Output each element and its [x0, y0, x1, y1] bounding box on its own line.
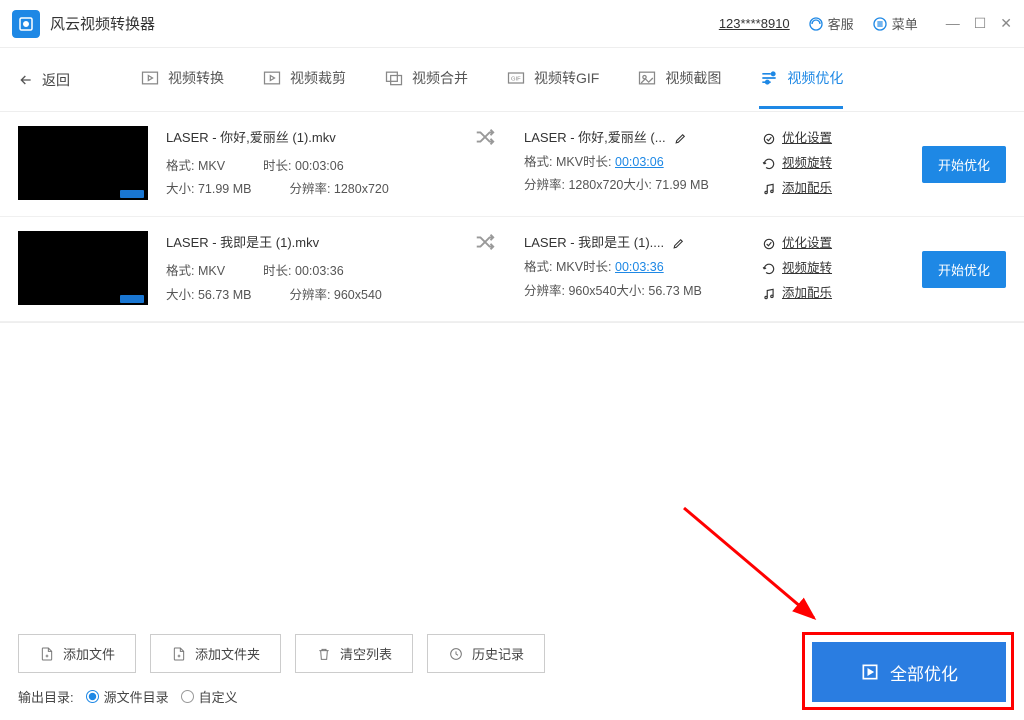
tab-convert[interactable]: 视频转换 — [140, 50, 224, 109]
start-optimize-button[interactable]: 开始优化 — [922, 146, 1006, 183]
shuffle-icon[interactable] — [464, 126, 506, 148]
minimize-button[interactable]: — — [946, 15, 960, 32]
edit-icon[interactable] — [674, 132, 687, 145]
annotation-arrow — [674, 498, 834, 638]
account-label[interactable]: 123****8910 — [719, 16, 790, 31]
duration-link[interactable]: 00:03:36 — [615, 260, 664, 274]
back-label: 返回 — [42, 70, 70, 90]
back-button[interactable]: 返回 — [18, 70, 70, 90]
add-file-button[interactable]: 添加文件 — [18, 634, 136, 673]
support-label: 客服 — [828, 14, 854, 33]
output-dir-label: 输出目录: — [18, 687, 74, 706]
video-thumbnail[interactable] — [18, 231, 148, 305]
app-title: 风云视频转换器 — [50, 13, 155, 34]
file-list: LASER - 你好,爱丽丝 (1).mkv 格式: MKV时长: 00:03:… — [0, 112, 1024, 323]
menu-label: 菜单 — [892, 14, 918, 33]
tab-gif[interactable]: GIF视频转GIF — [506, 50, 599, 109]
shuffle-icon[interactable] — [464, 231, 506, 253]
toolbar: 返回 视频转换 视频裁剪 视频合并 GIF视频转GIF 视频截图 视频优化 — [0, 48, 1024, 112]
tab-screenshot[interactable]: 视频截图 — [637, 50, 721, 109]
output-name: LASER - 我即是王 (1).... — [524, 231, 664, 256]
edit-icon[interactable] — [672, 237, 685, 250]
tab-crop[interactable]: 视频裁剪 — [262, 50, 346, 109]
add-music-link[interactable]: 添加配乐 — [762, 176, 852, 201]
maximize-button[interactable]: ☐ — [974, 15, 987, 32]
file-name: LASER - 我即是王 (1).mkv — [166, 231, 446, 256]
row-actions: 优化设置 视频旋转 添加配乐 — [762, 126, 852, 201]
output-name: LASER - 你好,爱丽丝 (... — [524, 126, 666, 151]
tab-merge[interactable]: 视频合并 — [384, 50, 468, 109]
titlebar: 风云视频转换器 123****8910 客服 菜单 — ☐ ✕ — [0, 0, 1024, 48]
video-thumbnail[interactable] — [18, 126, 148, 200]
tab-optimize[interactable]: 视频优化 — [759, 50, 843, 109]
optimize-settings-link[interactable]: 优化设置 — [762, 126, 852, 151]
menu-button[interactable]: 菜单 — [872, 14, 918, 33]
file-row: LASER - 你好,爱丽丝 (1).mkv 格式: MKV时长: 00:03:… — [0, 112, 1024, 217]
source-meta: LASER - 我即是王 (1).mkv 格式: MKV时长: 00:03:36… — [166, 231, 446, 307]
history-button[interactable]: 历史记录 — [427, 634, 545, 673]
radio-custom-dir[interactable]: 自定义 — [181, 687, 238, 706]
source-meta: LASER - 你好,爱丽丝 (1).mkv 格式: MKV时长: 00:03:… — [166, 126, 446, 202]
output-meta: LASER - 我即是王 (1).... 格式: MKV时长: 00:03:36… — [524, 231, 744, 303]
add-folder-button[interactable]: 添加文件夹 — [150, 634, 281, 673]
tab-bar: 视频转换 视频裁剪 视频合并 GIF视频转GIF 视频截图 视频优化 — [140, 50, 843, 109]
clear-list-button[interactable]: 清空列表 — [295, 634, 413, 673]
output-meta: LASER - 你好,爱丽丝 (... 格式: MKV时长: 00:03:06 … — [524, 126, 744, 198]
file-row: LASER - 我即是王 (1).mkv 格式: MKV时长: 00:03:36… — [0, 217, 1024, 322]
start-optimize-button[interactable]: 开始优化 — [922, 251, 1006, 288]
close-button[interactable]: ✕ — [1000, 15, 1012, 32]
svg-text:GIF: GIF — [511, 77, 521, 83]
radio-source-dir[interactable]: 源文件目录 — [86, 687, 169, 706]
optimize-all-button[interactable]: 全部优化 — [812, 642, 1006, 702]
file-name: LASER - 你好,爱丽丝 (1).mkv — [166, 126, 446, 151]
row-actions: 优化设置 视频旋转 添加配乐 — [762, 231, 852, 306]
rotate-link[interactable]: 视频旋转 — [762, 256, 852, 281]
duration-link[interactable]: 00:03:06 — [615, 155, 664, 169]
add-music-link[interactable]: 添加配乐 — [762, 281, 852, 306]
app-logo — [12, 10, 40, 38]
optimize-settings-link[interactable]: 优化设置 — [762, 231, 852, 256]
rotate-link[interactable]: 视频旋转 — [762, 151, 852, 176]
support-button[interactable]: 客服 — [808, 14, 854, 33]
